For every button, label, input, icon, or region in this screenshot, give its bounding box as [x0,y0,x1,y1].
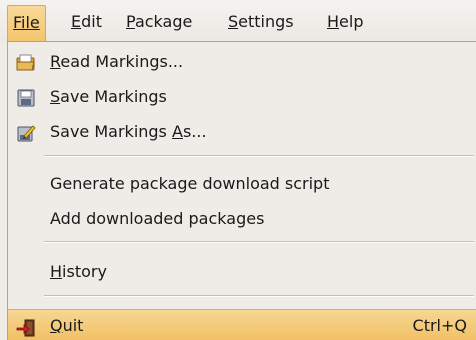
menu-item-quit-label: Quit [50,316,84,335]
file-dropdown-menu: Read Markings... Save Markings Save Mark… [7,41,476,340]
floppy-disk-icon [16,87,36,107]
menu-item-history[interactable]: History [8,256,476,287]
menu-item-add-downloaded-packages[interactable]: Add downloaded packages [8,203,476,234]
menu-item-save-markings[interactable]: Save Markings [8,81,476,112]
menu-item-quit-accelerator: Ctrl+Q [412,316,467,335]
save-as-pencil-icon [16,122,36,142]
menu-item-generate-download-script-label: Generate package download script [50,174,330,193]
menu-settings-mnemonic: S [228,12,239,31]
menu-item-read-markings[interactable]: Read Markings... [8,46,476,77]
menu-separator [44,295,474,297]
menu-item-save-markings-label: Save Markings [50,87,167,106]
menubar: File Edit Package Settings Help [0,0,476,42]
menu-item-history-label: History [50,262,107,281]
menu-package-label: ackage [134,12,193,31]
application-window: File Edit Package Settings Help Read Mar… [0,0,476,340]
menu-help-mnemonic: H [327,12,340,31]
menu-item-generate-download-script[interactable]: Generate package download script [8,168,476,199]
menu-edit-mnemonic: E [71,12,82,31]
menu-package-mnemonic: P [126,12,135,31]
menu-help[interactable]: Help [321,5,369,38]
menu-edit-label: dit [81,12,102,31]
menu-item-quit[interactable]: Quit Ctrl+Q [8,309,476,340]
menu-help-label: elp [339,12,364,31]
menu-settings[interactable]: Settings [222,5,300,38]
menu-file[interactable]: File [7,5,46,42]
menu-item-save-markings-as-label: Save Markings As... [50,122,207,141]
folder-open-icon [16,52,36,72]
exit-door-icon [16,317,36,337]
menu-item-add-downloaded-packages-label: Add downloaded packages [50,209,265,228]
menu-separator [44,241,474,243]
menu-separator [44,155,474,157]
menu-file-label: File [13,13,40,32]
menu-edit[interactable]: Edit [65,5,108,38]
menu-settings-label: ettings [238,12,294,31]
menu-item-save-markings-as[interactable]: Save Markings As... [8,116,476,147]
menu-package[interactable]: Package [120,5,198,38]
menu-item-read-markings-label: Read Markings... [50,52,184,71]
